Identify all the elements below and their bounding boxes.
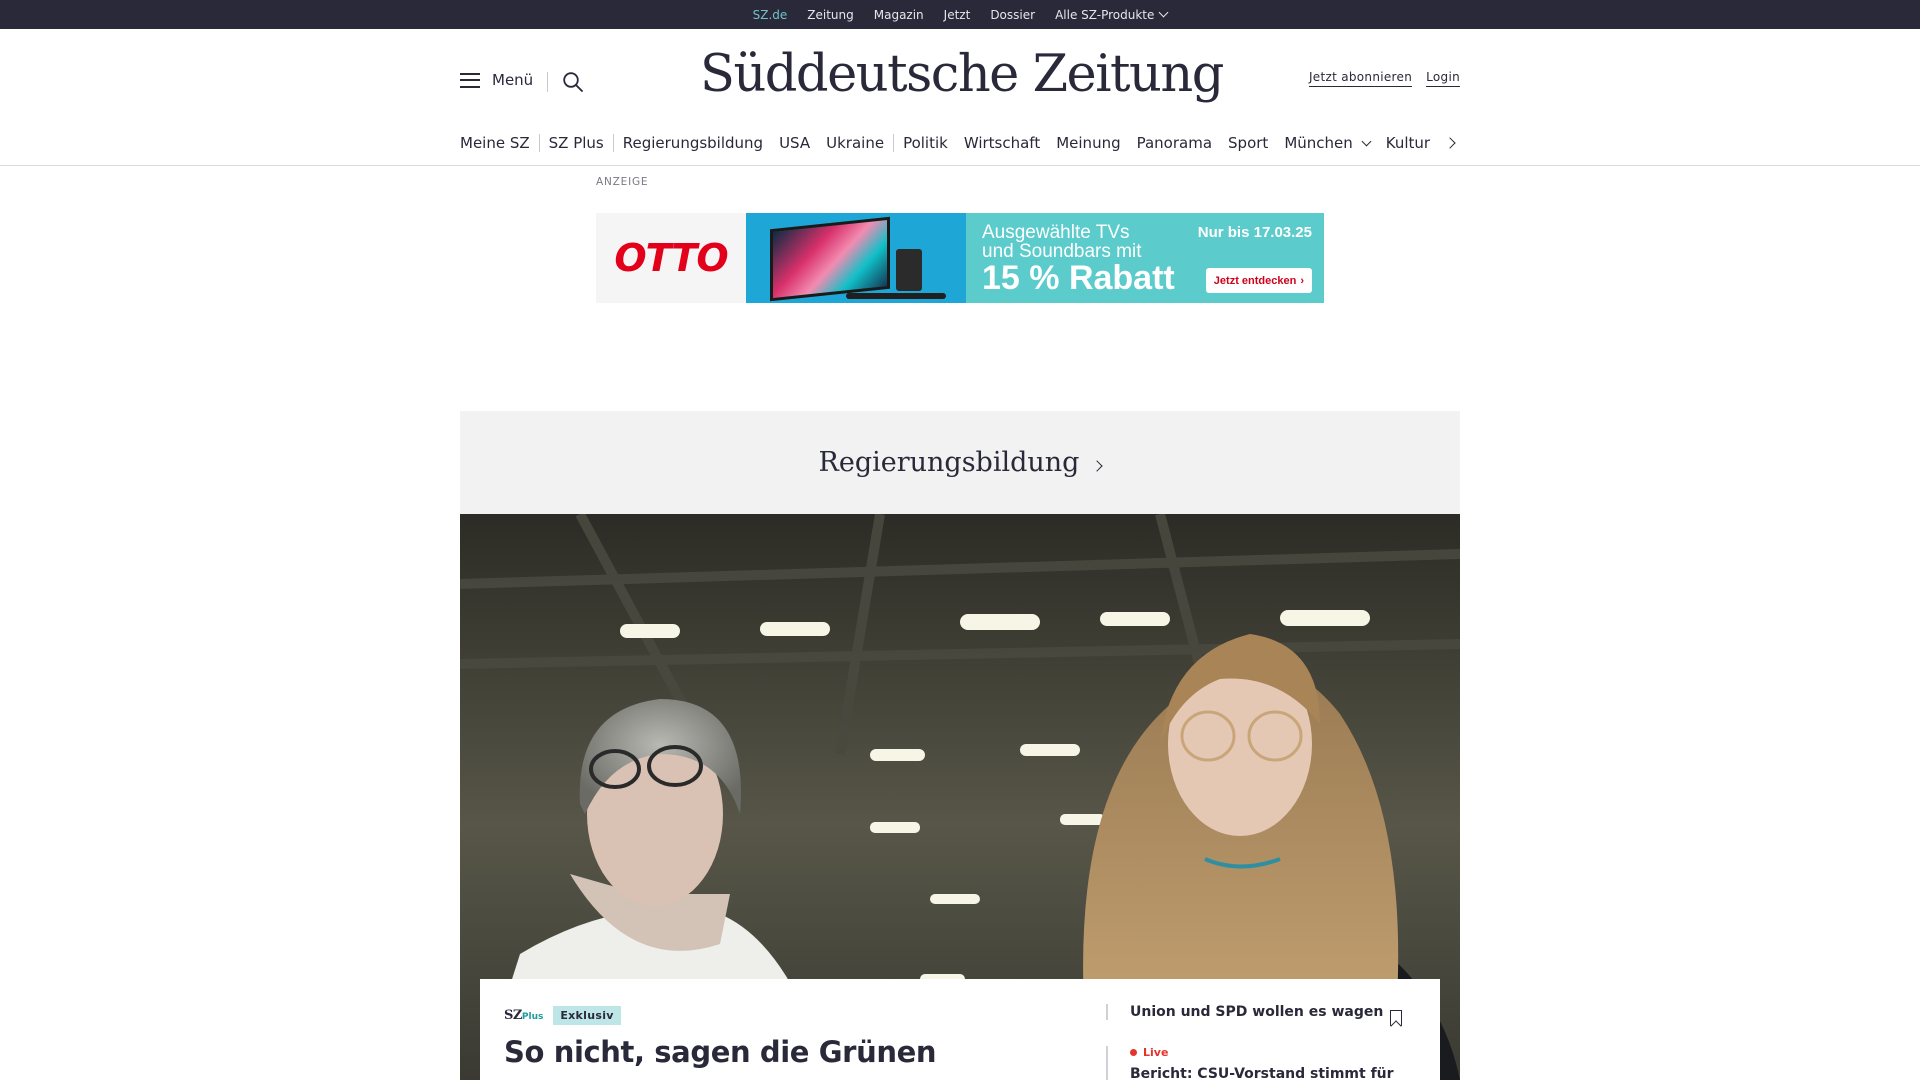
chevron-right-icon[interactable] xyxy=(1444,135,1460,151)
speaker-image xyxy=(896,249,922,291)
menu-button[interactable]: Menü xyxy=(460,71,533,89)
subscribe-link[interactable]: Jetzt abonnieren xyxy=(1308,70,1413,87)
live-article[interactable]: Live Bericht: CSU-Vorstand stimmt für xyxy=(1106,1046,1416,1080)
related-article[interactable]: Union und SPD wollen es wagen xyxy=(1106,1004,1416,1020)
menu-label: Menü xyxy=(492,71,534,89)
nav-item-ukraine[interactable]: Ukraine xyxy=(826,134,884,152)
nav-item-kultur[interactable]: Kultur xyxy=(1386,134,1430,152)
bookmark-icon[interactable] xyxy=(1390,1010,1402,1026)
sz-plus-brand: SZ xyxy=(504,1008,522,1023)
chevron-down-icon xyxy=(1158,7,1169,18)
ad-line-1: Ausgewählte TVs xyxy=(982,222,1130,243)
live-dot-icon xyxy=(1130,1049,1137,1056)
ad-banner[interactable]: OTTO Ausgewählte TVs und Soundbars mit 1… xyxy=(596,213,1324,303)
nav-item-usa[interactable]: USA xyxy=(779,134,810,152)
nav-item-sport[interactable]: Sport xyxy=(1228,134,1268,152)
exclusive-badge: Exklusiv xyxy=(553,1006,621,1025)
teaser-headline[interactable]: So nicht, sagen die Grünen xyxy=(504,1035,936,1069)
sz-plus-suffix: Plus xyxy=(521,1012,544,1022)
product-link-dossier[interactable]: Dossier xyxy=(990,8,1035,22)
related-article-title[interactable]: Union und SPD wollen es wagen xyxy=(1130,1004,1416,1020)
nav-item-meinung[interactable]: Meinung xyxy=(1056,134,1120,152)
product-link-jetzt[interactable]: Jetzt xyxy=(944,8,971,22)
all-products-dropdown[interactable]: Alle SZ-Produkte xyxy=(1055,7,1169,22)
chevron-right-icon xyxy=(1091,459,1104,472)
ad-cta-label: Jetzt entdecken xyxy=(1213,274,1297,287)
ad-deadline: Nur bis 17.03.25 xyxy=(1197,224,1312,241)
section-header-regierungsbildung[interactable]: Regierungsbildung xyxy=(460,411,1460,514)
teaser-badges: SZPlus Exklusiv xyxy=(504,1006,936,1025)
nav-item-muenchen-label: München xyxy=(1284,134,1353,152)
ad-cta-button[interactable]: Jetzt entdecken › xyxy=(1205,268,1312,293)
ad-product-image xyxy=(746,213,966,303)
account-links: Jetzt abonnieren Login xyxy=(1308,70,1460,87)
product-link-magazin[interactable]: Magazin xyxy=(874,8,924,22)
site-header: Menü Süddeutsche Zeitung Jetzt abonniere… xyxy=(0,29,1920,166)
live-label: Live xyxy=(1130,1046,1416,1059)
login-link[interactable]: Login xyxy=(1426,70,1460,87)
live-article-title[interactable]: Bericht: CSU-Vorstand stimmt für xyxy=(1130,1066,1416,1080)
ressort-navigation: Meine SZ SZ Plus Regierungsbildung USA U… xyxy=(460,130,1460,156)
nav-item-meine-sz[interactable]: Meine SZ xyxy=(460,134,530,152)
nav-item-politik[interactable]: Politik xyxy=(903,134,948,152)
related-articles: Union und SPD wollen es wagen Live Beric… xyxy=(1106,1004,1416,1080)
nav-item-wirtschaft[interactable]: Wirtschaft xyxy=(964,134,1040,152)
tv-image xyxy=(770,216,890,302)
section-title: Regierungsbildung xyxy=(818,447,1080,478)
otto-logo-panel: OTTO xyxy=(596,213,746,303)
ad-label: ANZEIGE xyxy=(596,176,649,188)
nav-divider xyxy=(538,134,540,152)
teaser-card: SZPlus Exklusiv So nicht, sagen die Grün… xyxy=(480,979,1440,1080)
nav-item-regierungsbildung[interactable]: Regierungsbildung xyxy=(623,134,763,152)
soundbar-image xyxy=(846,293,946,299)
live-text: Live xyxy=(1143,1046,1169,1059)
divider xyxy=(547,72,548,92)
nav-item-sz-plus[interactable]: SZ Plus xyxy=(549,134,604,152)
nav-item-muenchen[interactable]: München xyxy=(1284,134,1372,152)
ad-content: Ausgewählte TVs und Soundbars mit 15 % R… xyxy=(746,213,1324,303)
product-link-zeitung[interactable]: Zeitung xyxy=(807,8,853,22)
otto-logo: OTTO xyxy=(614,236,728,280)
product-links: SZ.de Zeitung Magazin Jetzt Dossier Alle… xyxy=(0,0,1920,31)
site-logo[interactable]: Süddeutsche Zeitung xyxy=(700,45,1224,104)
teaser-main: SZPlus Exklusiv So nicht, sagen die Grün… xyxy=(504,1006,936,1069)
product-bar: SZ.de Zeitung Magazin Jetzt Dossier Alle… xyxy=(0,0,1920,31)
sz-plus-logo: SZPlus xyxy=(504,1008,543,1023)
ad-discount: 15 % Rabatt xyxy=(982,259,1175,297)
product-link-sz-de[interactable]: SZ.de xyxy=(753,8,787,31)
nav-item-panorama[interactable]: Panorama xyxy=(1137,134,1212,152)
all-products-label: Alle SZ-Produkte xyxy=(1055,7,1155,22)
ad-copy: Ausgewählte TVs und Soundbars mit xyxy=(982,223,1142,261)
chevron-right-icon: › xyxy=(1300,274,1304,287)
search-icon[interactable] xyxy=(561,70,585,94)
chevron-down-icon xyxy=(1361,136,1372,146)
hamburger-icon xyxy=(460,72,480,88)
nav-divider xyxy=(893,134,895,152)
nav-divider xyxy=(612,134,614,152)
